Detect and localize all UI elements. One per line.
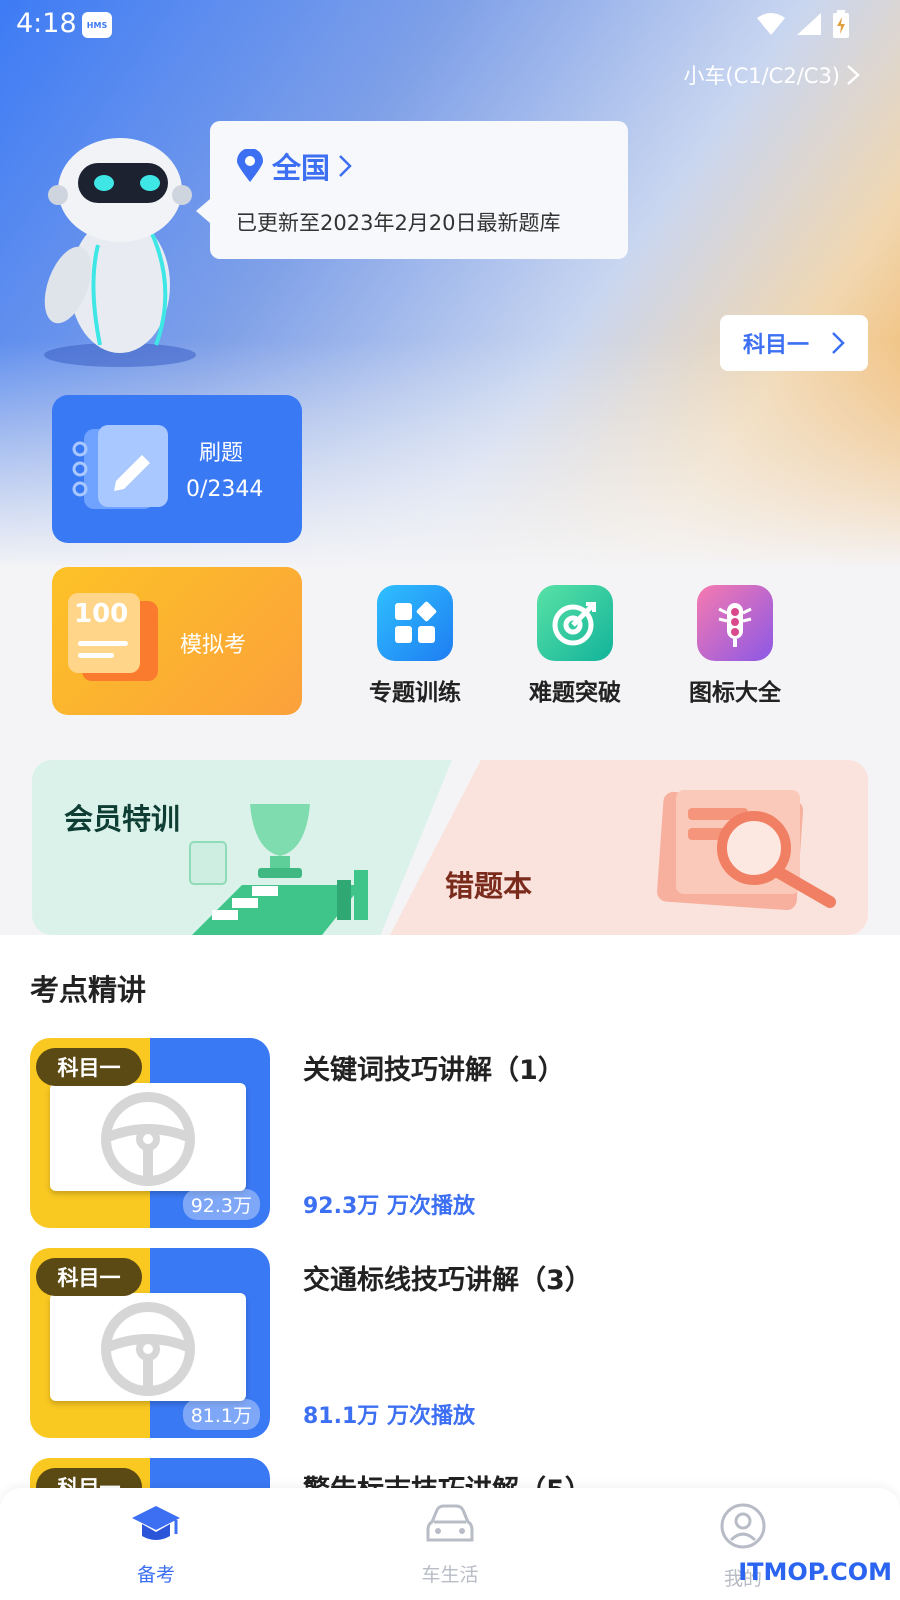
exam-score-icon: 100 bbox=[68, 593, 158, 681]
status-time: 4:18 bbox=[16, 8, 77, 39]
user-icon bbox=[720, 1503, 766, 1549]
graduation-cap-icon bbox=[132, 1506, 180, 1540]
practice-label: 刷题 bbox=[199, 441, 244, 466]
lesson-item[interactable]: 科目一 81.1万 交通标线技巧讲解（3） 81.1万 万次播放 bbox=[30, 1248, 870, 1438]
region-info-bubble: 全国 已更新至2023年2月20日最新题库 bbox=[196, 121, 628, 259]
lesson-title: 关键词技巧讲解（1） bbox=[303, 1055, 565, 1086]
location-pin-icon bbox=[237, 149, 263, 182]
signal-icon bbox=[797, 13, 821, 35]
quick-action-topic-training[interactable]: 专题训练 bbox=[350, 585, 480, 707]
section-title: 考点精讲 bbox=[30, 973, 147, 1007]
lesson-title: 交通标线技巧讲解（3） bbox=[303, 1265, 592, 1296]
practice-card[interactable]: 刷题 0/2344 bbox=[52, 395, 302, 543]
nav-item-prepare[interactable]: 备考 bbox=[96, 1502, 216, 1587]
wrong-questions-label: 错题本 bbox=[445, 869, 533, 903]
hms-badge: HMS bbox=[82, 12, 112, 38]
subject-tag: 科目一 bbox=[36, 1258, 142, 1296]
robot-mascot bbox=[44, 138, 196, 367]
wifi-icon bbox=[757, 13, 785, 35]
subject-selector-button[interactable]: 科目一 bbox=[720, 315, 868, 371]
notebook-pencil-icon bbox=[72, 425, 168, 509]
battery-icon bbox=[833, 10, 849, 38]
quick-action-label: 专题训练 bbox=[369, 680, 461, 706]
thumb-card bbox=[50, 1293, 246, 1401]
trophy-icon bbox=[189, 804, 368, 935]
mock-exam-label: 模拟考 bbox=[180, 633, 247, 658]
update-note: 已更新至2023年2月20日最新题库 bbox=[236, 211, 561, 235]
quick-action-label: 图标大全 bbox=[689, 680, 781, 706]
practice-progress: 0/2344 bbox=[186, 477, 264, 502]
region-selector[interactable]: 全国 bbox=[236, 145, 352, 187]
steering-wheel-icon bbox=[101, 1092, 195, 1186]
thumb-card bbox=[50, 1083, 246, 1191]
lesson-thumbnail: 科目一 92.3万 bbox=[30, 1038, 270, 1228]
lesson-play-count: 81.1万 万次播放 bbox=[303, 1404, 475, 1429]
nav-label: 车生活 bbox=[421, 1564, 479, 1586]
car-type-selector[interactable]: 小车(C1/C2/C3) bbox=[683, 60, 860, 90]
views-badge: 81.1万 bbox=[182, 1399, 260, 1430]
subject-tag: 科目一 bbox=[36, 1048, 142, 1086]
steering-wheel-icon bbox=[101, 1302, 195, 1396]
magnifier-book-icon bbox=[657, 790, 836, 911]
quick-action-label: 难题突破 bbox=[529, 680, 621, 706]
status-icons bbox=[756, 10, 850, 38]
chevron-right-icon bbox=[339, 155, 352, 177]
mock-exam-card[interactable]: 100 模拟考 bbox=[52, 567, 302, 715]
region-label: 全国 bbox=[272, 151, 331, 185]
lesson-item[interactable]: 科目一 92.3万 关键词技巧讲解（1） 92.3万 万次播放 bbox=[30, 1038, 870, 1228]
quick-action-sign-catalog[interactable]: 图标大全 bbox=[670, 585, 800, 707]
topic-training-icon bbox=[377, 585, 453, 661]
lesson-play-count: 92.3万 万次播放 bbox=[303, 1194, 475, 1219]
chevron-right-icon bbox=[832, 332, 845, 354]
subject-label: 科目一 bbox=[742, 333, 809, 358]
traffic-light-icon bbox=[697, 585, 773, 661]
views-badge: 92.3万 bbox=[182, 1189, 260, 1220]
car-icon bbox=[426, 1504, 474, 1542]
target-icon bbox=[537, 585, 613, 661]
vip-training-label: 会员特训 bbox=[64, 802, 181, 836]
car-type-label: 小车(C1/C2/C3) bbox=[683, 64, 840, 88]
watermark: ITMOP.COM bbox=[738, 1558, 892, 1586]
chevron-right-icon bbox=[847, 65, 860, 85]
quick-action-hard-breakthrough[interactable]: 难题突破 bbox=[510, 585, 640, 707]
nav-item-car-life[interactable]: 车生活 bbox=[390, 1502, 510, 1587]
nav-label: 备考 bbox=[136, 1564, 175, 1586]
vip-training-banner[interactable]: 会员特训 bbox=[32, 760, 452, 935]
lesson-thumbnail: 科目一 81.1万 bbox=[30, 1248, 270, 1438]
exam-score-badge: 100 bbox=[74, 599, 129, 629]
